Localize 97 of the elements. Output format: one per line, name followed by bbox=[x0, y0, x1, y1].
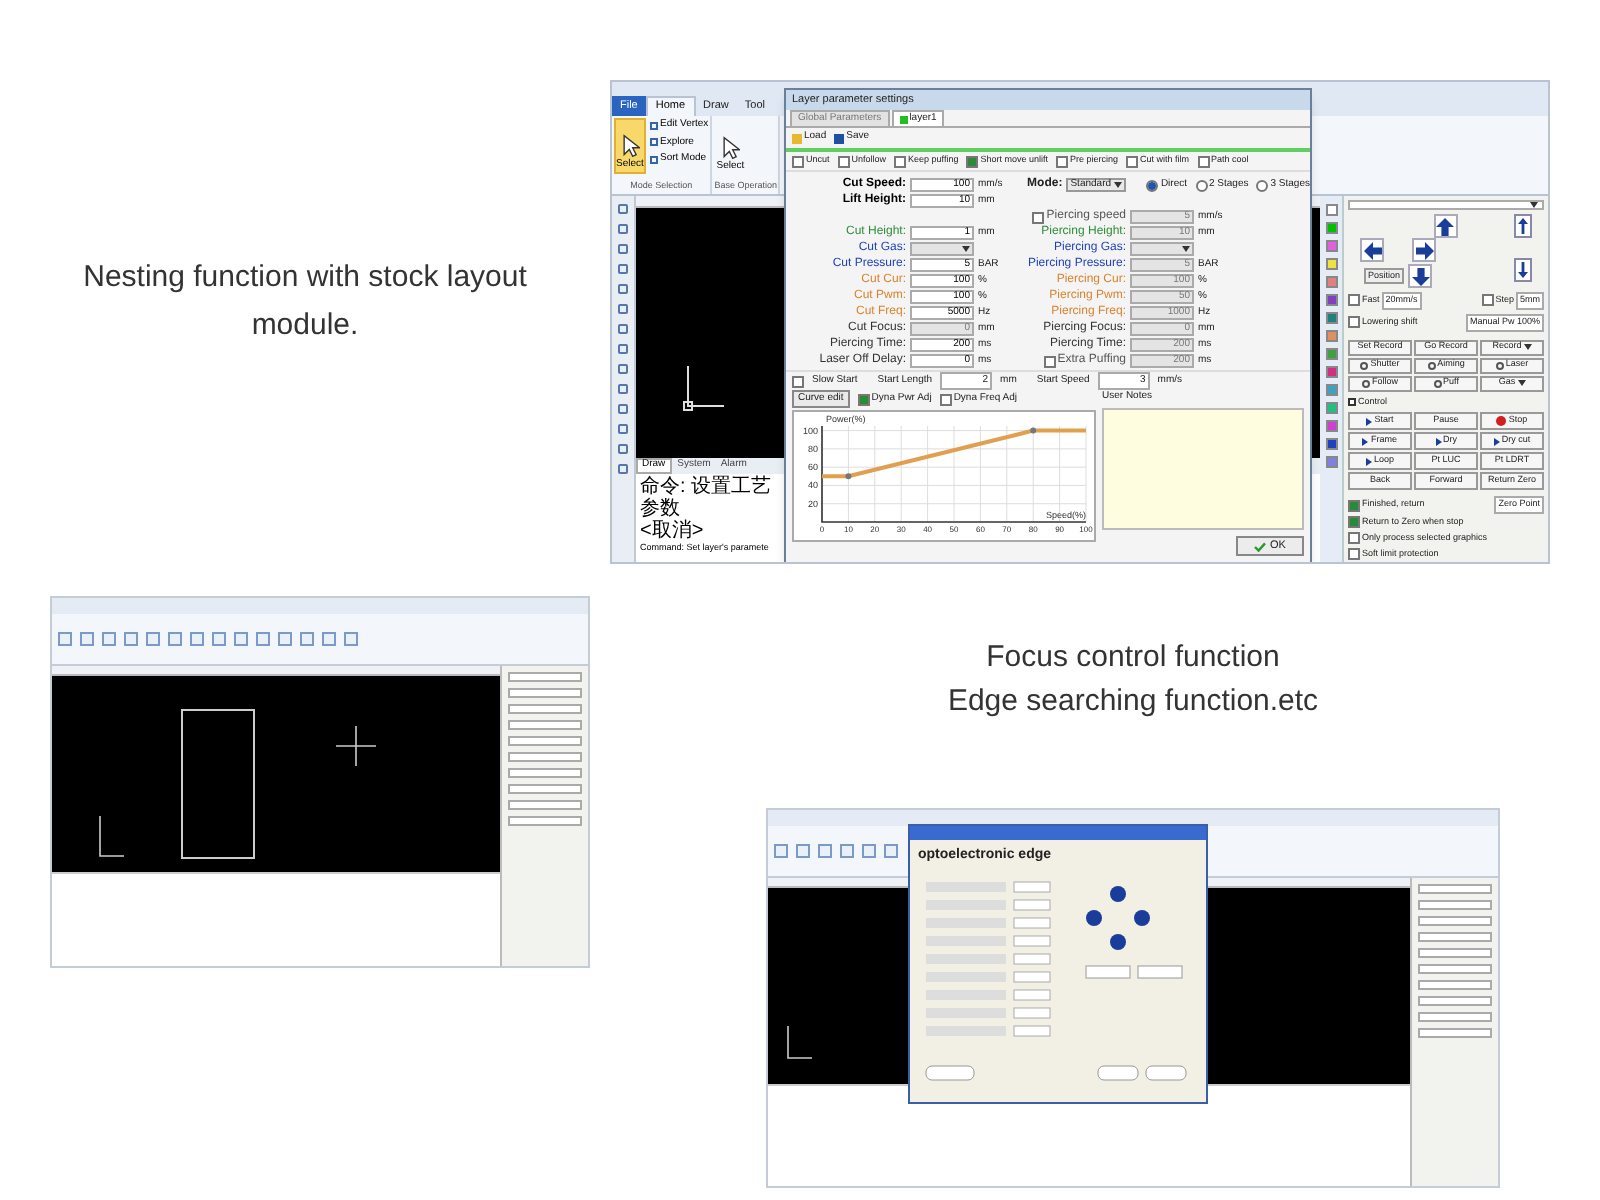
play-icon bbox=[1366, 417, 1373, 426]
panel-button[interactable] bbox=[1418, 900, 1492, 910]
notes-field[interactable] bbox=[1102, 407, 1304, 530]
panel-button[interactable] bbox=[1418, 980, 1492, 990]
layer-color-swatch[interactable] bbox=[1325, 276, 1337, 288]
caret-icon bbox=[1517, 380, 1526, 386]
panel-button[interactable] bbox=[508, 752, 582, 762]
checkbox[interactable] bbox=[792, 155, 804, 167]
z-up-button[interactable] bbox=[1514, 214, 1532, 238]
checkbox[interactable] bbox=[1481, 294, 1494, 307]
panel-button[interactable] bbox=[508, 768, 582, 778]
caret-icon bbox=[1523, 344, 1532, 350]
panel-button[interactable] bbox=[508, 704, 582, 714]
power-icon bbox=[1495, 361, 1504, 369]
cursor-icon bbox=[621, 133, 639, 157]
collapse-icon bbox=[1348, 397, 1356, 406]
z-down-button[interactable] bbox=[1514, 258, 1532, 282]
checkbox[interactable] bbox=[966, 155, 979, 167]
layer-color-swatch[interactable] bbox=[1325, 420, 1337, 432]
layer-color-swatch[interactable] bbox=[1325, 438, 1337, 450]
panel-button[interactable] bbox=[1418, 948, 1492, 958]
folder-icon bbox=[792, 133, 802, 143]
radio-button[interactable] bbox=[1146, 179, 1159, 191]
power-icon bbox=[1433, 379, 1442, 387]
layer-color-swatch[interactable] bbox=[1325, 222, 1337, 234]
panel-button[interactable] bbox=[1418, 964, 1492, 974]
power-icon bbox=[1360, 361, 1369, 369]
layer-color-swatch[interactable] bbox=[1325, 294, 1337, 306]
checkbox[interactable] bbox=[1348, 499, 1360, 512]
console-line: <取消> bbox=[640, 520, 704, 542]
checkbox[interactable] bbox=[1056, 155, 1068, 167]
radio-button[interactable] bbox=[1256, 179, 1269, 191]
checkbox[interactable] bbox=[1348, 547, 1360, 560]
layer-color-swatch[interactable] bbox=[1325, 384, 1337, 396]
jog-arrow-button[interactable] bbox=[1433, 214, 1457, 238]
panel-button[interactable] bbox=[508, 720, 582, 730]
checkbox[interactable] bbox=[1126, 155, 1139, 167]
layer-color-swatch[interactable] bbox=[1325, 312, 1337, 324]
power-icon bbox=[1427, 361, 1436, 369]
checkmark-icon bbox=[1254, 541, 1267, 551]
play-icon bbox=[1493, 437, 1500, 446]
caret-icon bbox=[1182, 246, 1190, 252]
arrow-icon bbox=[1363, 241, 1381, 259]
panel-button[interactable] bbox=[1418, 932, 1492, 942]
checkbox[interactable] bbox=[1348, 532, 1360, 545]
panel-button[interactable] bbox=[1418, 996, 1492, 1006]
panel-button[interactable] bbox=[508, 800, 582, 810]
checkbox[interactable] bbox=[837, 155, 850, 167]
play-icon bbox=[1365, 457, 1372, 466]
checkbox[interactable] bbox=[1348, 316, 1360, 329]
curve-point[interactable] bbox=[845, 473, 852, 480]
layer-color-swatch[interactable] bbox=[1325, 348, 1337, 360]
checkbox[interactable] bbox=[894, 155, 907, 167]
caret-icon bbox=[1114, 182, 1123, 188]
stop-icon bbox=[1496, 416, 1507, 427]
feature-caption: Edge searching function.etc bbox=[947, 682, 1319, 722]
play-icon bbox=[1435, 437, 1441, 446]
axes-icon bbox=[784, 1024, 816, 1064]
panel-button[interactable] bbox=[1418, 1012, 1492, 1022]
panel-button[interactable] bbox=[508, 672, 582, 682]
panel-button[interactable] bbox=[1418, 884, 1492, 894]
caret-icon bbox=[962, 246, 970, 252]
panel-button[interactable] bbox=[1418, 1028, 1492, 1038]
feature-caption: Focus control function bbox=[986, 638, 1280, 678]
feature-caption: Nesting function with stock layout module. bbox=[81, 258, 529, 346]
jog-arrow-button[interactable] bbox=[1412, 238, 1436, 262]
save-icon bbox=[834, 133, 845, 143]
checkbox[interactable] bbox=[939, 393, 952, 405]
layer-color-swatch[interactable] bbox=[1325, 258, 1337, 270]
layer-color-swatch[interactable] bbox=[1325, 456, 1337, 468]
panel-button[interactable] bbox=[508, 736, 582, 746]
caret-icon bbox=[1530, 202, 1538, 208]
checkbox[interactable] bbox=[1348, 516, 1360, 529]
jog-arrow-button[interactable] bbox=[1408, 264, 1432, 288]
panel-button[interactable] bbox=[1418, 916, 1492, 926]
layer-color-swatch[interactable] bbox=[1325, 366, 1337, 378]
radio-button[interactable] bbox=[1195, 179, 1207, 191]
layer-color-swatch[interactable] bbox=[1325, 240, 1337, 252]
power-icon bbox=[1361, 379, 1370, 387]
layer-color-swatch bbox=[899, 115, 908, 123]
checkbox[interactable] bbox=[792, 375, 804, 387]
jog-arrow-button[interactable] bbox=[1360, 238, 1384, 262]
layer-color-swatch[interactable] bbox=[1325, 402, 1337, 414]
checkbox[interactable] bbox=[857, 393, 870, 405]
curve-point[interactable] bbox=[1030, 427, 1037, 434]
cursor-icon bbox=[721, 135, 740, 159]
play-icon bbox=[1362, 437, 1369, 446]
layer-color-swatch[interactable] bbox=[1325, 204, 1337, 216]
panel-button[interactable] bbox=[508, 784, 582, 794]
layer-color-swatch[interactable] bbox=[1325, 330, 1337, 342]
checkbox[interactable] bbox=[1197, 155, 1210, 167]
checkbox[interactable] bbox=[1348, 294, 1360, 307]
arrow-up-icon bbox=[1518, 218, 1528, 234]
panel-button[interactable] bbox=[508, 816, 582, 826]
panel-button[interactable] bbox=[508, 688, 582, 698]
console-line: 命令: 设置工艺参数 bbox=[640, 476, 774, 520]
arrow-down-icon bbox=[1518, 262, 1528, 278]
